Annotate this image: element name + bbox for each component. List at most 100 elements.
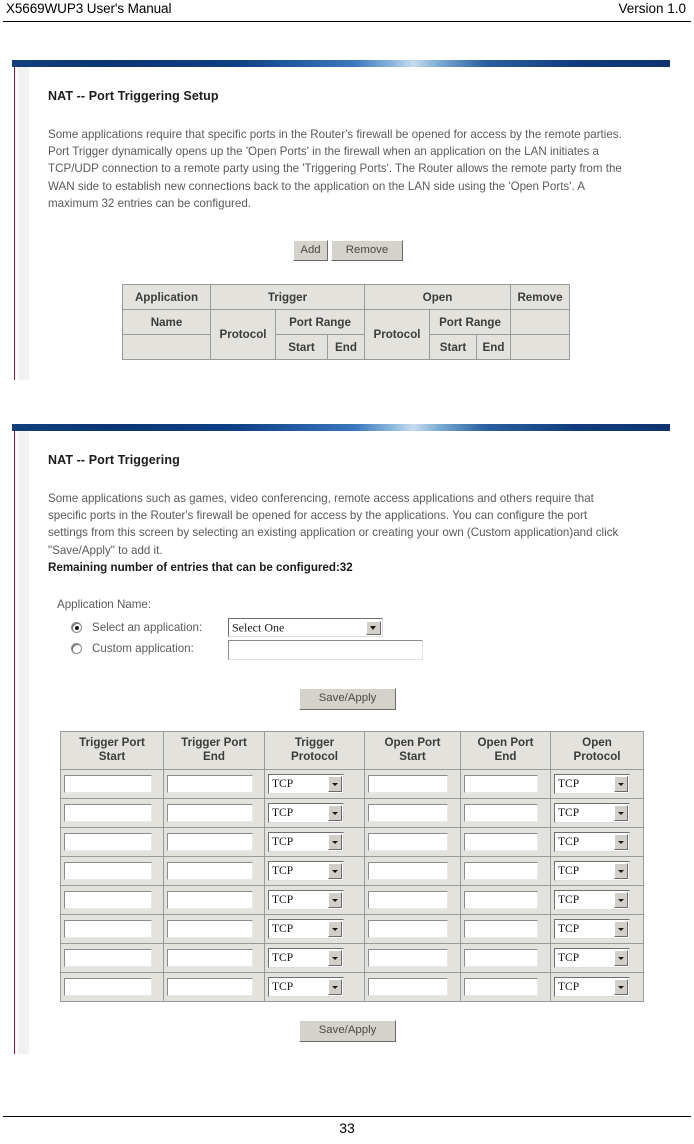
trigger_protocol-dropdown-row-1[interactable]: TCP — [268, 774, 344, 794]
grid-cell-open_start — [364, 972, 461, 1002]
open_start-input-row-2[interactable] — [368, 804, 448, 822]
select-application-dropdown[interactable]: Select One — [228, 618, 383, 637]
chevron-down-icon[interactable] — [327, 834, 342, 850]
select-application-radio[interactable] — [71, 622, 82, 633]
trigger_end-input-row-7[interactable] — [167, 949, 253, 967]
grid-cell-trigger_end — [163, 943, 265, 973]
table-row: TCP TCP — [60, 943, 644, 973]
trigger_protocol-value-row-1: TCP — [272, 778, 294, 790]
grid-cell-trigger_protocol: TCP — [264, 972, 365, 1002]
trigger_protocol-dropdown-row-3[interactable]: TCP — [268, 832, 344, 852]
open_start-input-row-4[interactable] — [368, 862, 448, 880]
open_end-input-row-3[interactable] — [464, 833, 538, 851]
trigger_end-input-row-2[interactable] — [167, 804, 253, 822]
chevron-down-icon[interactable] — [327, 921, 342, 937]
open_protocol-dropdown-row-4[interactable]: TCP — [554, 861, 630, 881]
trigger_start-input-row-4[interactable] — [64, 862, 152, 880]
chevron-down-icon[interactable] — [613, 892, 628, 908]
header-line-1: Trigger Port — [79, 736, 145, 749]
trigger_end-input-row-1[interactable] — [167, 775, 253, 793]
trigger_protocol-dropdown-row-5[interactable]: TCP — [268, 890, 344, 910]
chevron-down-icon[interactable] — [613, 863, 628, 879]
chevron-down-icon[interactable] — [613, 776, 628, 792]
open_protocol-dropdown-row-2[interactable]: TCP — [554, 803, 630, 823]
open_end-input-row-5[interactable] — [464, 891, 538, 909]
grid-cell-trigger_start — [60, 827, 164, 857]
grid-cell-open_start — [364, 856, 461, 886]
open_end-input-row-7[interactable] — [464, 949, 538, 967]
panel-left-accent-rule-2 — [14, 431, 16, 1054]
trigger_start-input-row-3[interactable] — [64, 833, 152, 851]
open_protocol-dropdown-row-3[interactable]: TCP — [554, 832, 630, 852]
col-open-end: End — [476, 334, 511, 360]
open_end-input-row-8[interactable] — [464, 978, 538, 996]
remove-button[interactable]: Remove — [331, 240, 403, 261]
trigger_protocol-dropdown-row-7[interactable]: TCP — [268, 948, 344, 968]
triggering-description-text: Some applications such as games, video c… — [48, 492, 619, 557]
chevron-down-icon[interactable] — [327, 776, 342, 792]
chevron-down-icon[interactable] — [613, 921, 628, 937]
col-remove-spacer-2 — [510, 334, 570, 360]
open_protocol-dropdown-row-6[interactable]: TCP — [554, 919, 630, 939]
open_protocol-dropdown-row-5[interactable]: TCP — [554, 890, 630, 910]
trigger_end-input-row-3[interactable] — [167, 833, 253, 851]
trigger_protocol-dropdown-row-4[interactable]: TCP — [268, 861, 344, 881]
chevron-down-icon[interactable] — [327, 892, 342, 908]
add-button[interactable]: Add — [293, 240, 328, 261]
chevron-down-icon[interactable] — [613, 950, 628, 966]
open_start-input-row-6[interactable] — [368, 920, 448, 938]
table-row: TCP TCP — [60, 769, 644, 799]
col-name: Name — [122, 309, 211, 335]
chevron-down-icon[interactable] — [365, 620, 381, 635]
open_start-input-row-3[interactable] — [368, 833, 448, 851]
chevron-down-icon[interactable] — [327, 863, 342, 879]
trigger_end-input-row-6[interactable] — [167, 920, 253, 938]
trigger_start-input-row-8[interactable] — [64, 978, 152, 996]
open_end-input-row-1[interactable] — [464, 775, 538, 793]
save-apply-button-bottom[interactable]: Save/Apply — [299, 1020, 396, 1042]
open_protocol-dropdown-row-8[interactable]: TCP — [554, 977, 630, 997]
trigger_end-input-row-8[interactable] — [167, 978, 253, 996]
trigger_start-input-row-1[interactable] — [64, 775, 152, 793]
open_start-input-row-7[interactable] — [368, 949, 448, 967]
trigger_start-input-row-2[interactable] — [64, 804, 152, 822]
open_end-input-row-4[interactable] — [464, 862, 538, 880]
trigger_start-input-row-6[interactable] — [64, 920, 152, 938]
open_start-input-row-5[interactable] — [368, 891, 448, 909]
grid-cell-open_end — [460, 972, 551, 1002]
open_protocol-dropdown-row-7[interactable]: TCP — [554, 948, 630, 968]
chevron-down-icon[interactable] — [327, 979, 342, 995]
open_end-input-row-2[interactable] — [464, 804, 538, 822]
custom-application-input[interactable] — [228, 640, 423, 660]
custom-application-label: Custom application: — [92, 642, 194, 655]
grid-cell-open_end — [460, 798, 551, 828]
triggering-panel-description: Some applications such as games, video c… — [48, 490, 628, 576]
header-line-2: Start — [98, 750, 126, 763]
trigger_start-input-row-5[interactable] — [64, 891, 152, 909]
grid-cell-trigger_protocol: TCP — [264, 856, 365, 886]
trigger_protocol-dropdown-row-6[interactable]: TCP — [268, 919, 344, 939]
open_start-input-row-1[interactable] — [368, 775, 448, 793]
custom-application-radio[interactable] — [71, 643, 82, 654]
trigger_end-input-row-5[interactable] — [167, 891, 253, 909]
chevron-down-icon[interactable] — [613, 834, 628, 850]
chevron-down-icon[interactable] — [327, 805, 342, 821]
trigger_start-input-row-7[interactable] — [64, 949, 152, 967]
trigger_protocol-value-row-8: TCP — [272, 981, 294, 993]
open_start-input-row-8[interactable] — [368, 978, 448, 996]
chevron-down-icon[interactable] — [613, 805, 628, 821]
open_protocol-dropdown-row-1[interactable]: TCP — [554, 774, 630, 794]
chevron-down-icon[interactable] — [613, 979, 628, 995]
manual-version: Version 1.0 — [618, 1, 686, 16]
grid-cell-open_end — [460, 769, 551, 799]
grid-cell-trigger_start — [60, 914, 164, 944]
trigger_protocol-dropdown-row-2[interactable]: TCP — [268, 803, 344, 823]
chevron-down-icon[interactable] — [327, 950, 342, 966]
grid-cell-open_protocol: TCP — [550, 769, 644, 799]
trigger_protocol-dropdown-row-8[interactable]: TCP — [268, 977, 344, 997]
grid-cell-open_end — [460, 827, 551, 857]
open_end-input-row-6[interactable] — [464, 920, 538, 938]
trigger_end-input-row-4[interactable] — [167, 862, 253, 880]
save-apply-button-top[interactable]: Save/Apply — [299, 688, 396, 710]
triggering-panel-title: NAT -- Port Triggering — [48, 453, 180, 467]
